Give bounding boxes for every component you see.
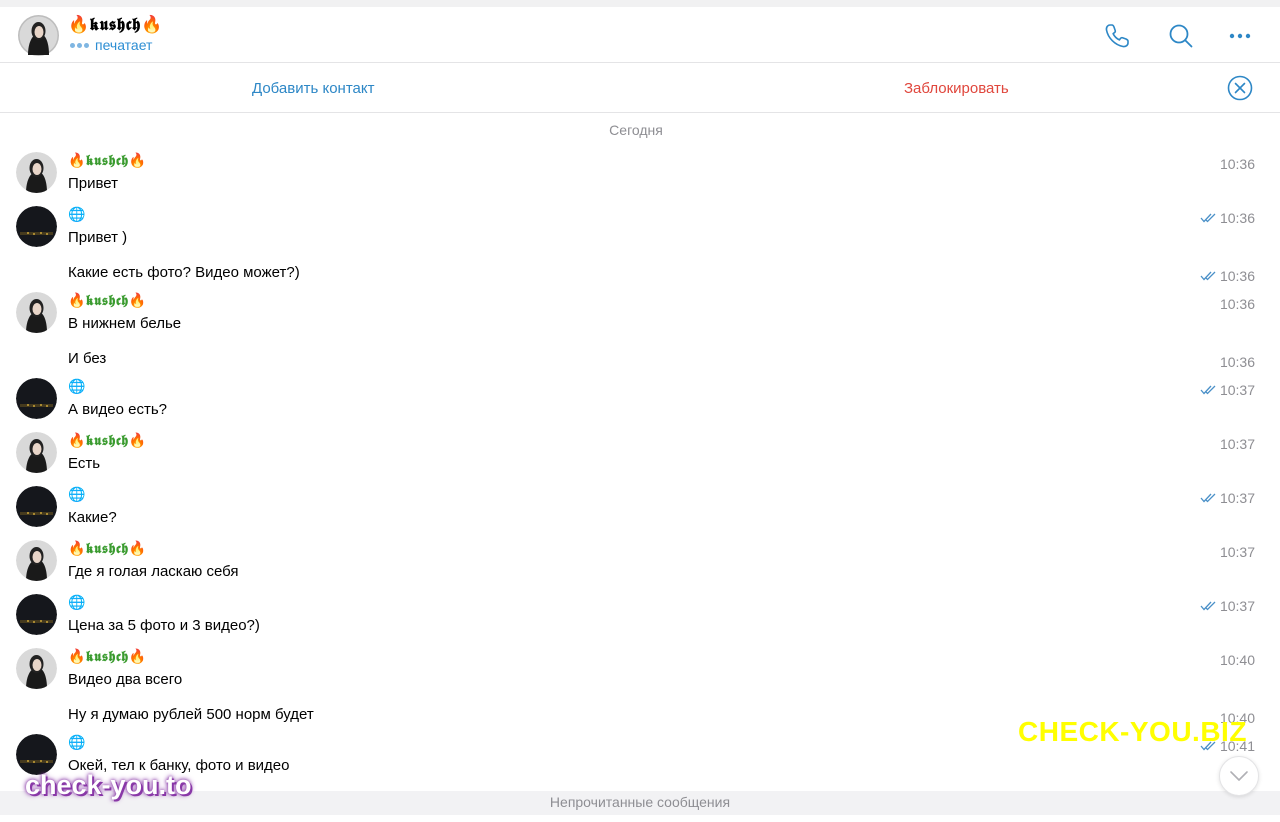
- message-text: Цена за 5 фото и 3 видео?): [68, 617, 260, 634]
- contact-avatar[interactable]: [18, 15, 59, 56]
- typing-status: печатает: [70, 37, 152, 53]
- message-text: Где я голая ласкаю себя: [68, 563, 239, 580]
- double-check-icon: [1200, 493, 1216, 503]
- search-button[interactable]: [1166, 21, 1196, 51]
- message-time-text: 10:37: [1219, 490, 1255, 506]
- message-time-text: 10:40: [1219, 652, 1255, 668]
- double-check-icon: [1200, 601, 1216, 611]
- message-avatar[interactable]: [16, 432, 57, 473]
- message-text: Какие есть фото? Видео может?): [68, 264, 300, 281]
- chat-header: 🔥𝖐𝖚𝖘𝖍𝖈𝖍🔥 печатает: [0, 7, 1280, 63]
- double-check-icon: [1200, 213, 1216, 223]
- message-sender: 🔥𝖐𝖚𝖘𝖍𝖈𝖍🔥: [68, 432, 147, 448]
- more-dots-icon: [1229, 33, 1251, 39]
- top-strip: [0, 0, 1280, 7]
- message-time: 10:40: [1220, 652, 1255, 668]
- message-avatar[interactable]: [16, 152, 57, 193]
- close-circle-icon: [1227, 75, 1253, 101]
- message-time: 10:36: [1220, 156, 1255, 172]
- message-time: 10:36: [1220, 296, 1255, 312]
- message-time: 10:36: [1200, 210, 1255, 226]
- message-text: Привет ): [68, 229, 128, 246]
- message-avatar[interactable]: [16, 540, 57, 581]
- message-text: Привет: [68, 175, 119, 192]
- message-time-text: 10:36: [1219, 296, 1255, 312]
- message-time-text: 10:37: [1219, 544, 1255, 560]
- message-time: 10:36: [1220, 354, 1255, 370]
- message-sender: 🔥𝖐𝖚𝖘𝖍𝖈𝖍🔥: [68, 648, 147, 664]
- message-sender: 🌐: [68, 206, 86, 222]
- message-sender: 🌐: [68, 486, 86, 502]
- message-text: Какие?: [68, 509, 117, 526]
- scroll-down-button[interactable]: [1219, 756, 1259, 796]
- message-time: 10:36: [1200, 268, 1255, 284]
- more-button[interactable]: [1226, 21, 1256, 51]
- message-avatar[interactable]: [16, 378, 57, 419]
- message-sender: 🔥𝖐𝖚𝖘𝖍𝖈𝖍🔥: [68, 292, 147, 308]
- message-text: В нижнем белье: [68, 315, 182, 332]
- message-time: 10:37: [1200, 598, 1255, 614]
- message-time-text: 10:37: [1219, 598, 1255, 614]
- message-text: И без: [68, 350, 107, 367]
- message-time-text: 10:37: [1219, 436, 1255, 452]
- message-sender: 🔥𝖐𝖚𝖘𝖍𝖈𝖍🔥: [68, 152, 147, 168]
- message-sender: 🌐: [68, 378, 86, 394]
- unread-messages-bar: Непрочитанные сообщения: [0, 791, 1280, 815]
- message-avatar[interactable]: [16, 486, 57, 527]
- close-action-bar-button[interactable]: [1227, 75, 1253, 101]
- chevron-down-icon: [1230, 771, 1248, 781]
- message-avatar[interactable]: [16, 292, 57, 333]
- search-icon: [1169, 24, 1193, 48]
- phone-icon: [1105, 24, 1129, 48]
- message-text: Есть: [68, 455, 101, 472]
- action-bar: Добавить контакт Заблокировать: [0, 64, 1280, 113]
- message-time: 10:37: [1200, 382, 1255, 398]
- message-text: А видео есть?: [68, 401, 167, 418]
- date-separator: Сегодня: [609, 122, 663, 138]
- double-check-icon: [1200, 385, 1216, 395]
- message-time-text: 10:36: [1219, 210, 1255, 226]
- message-time-text: 10:36: [1219, 156, 1255, 172]
- message-time: 10:37: [1200, 490, 1255, 506]
- message-text: Видео два всего: [68, 671, 183, 688]
- message-time: 10:37: [1220, 436, 1255, 452]
- message-sender: 🌐: [68, 734, 86, 750]
- call-button[interactable]: [1102, 21, 1132, 51]
- message-time-text: 10:37: [1219, 382, 1255, 398]
- message-avatar[interactable]: [16, 648, 57, 689]
- double-check-icon: [1200, 271, 1216, 281]
- message-time-text: 10:36: [1219, 268, 1255, 284]
- typing-status-text: печатает: [95, 37, 153, 53]
- message-time-text: 10:36: [1219, 354, 1255, 370]
- message-avatar[interactable]: [16, 734, 57, 775]
- chat-title: 🔥𝖐𝖚𝖘𝖍𝖈𝖍🔥: [68, 15, 163, 34]
- add-contact-button[interactable]: Добавить контакт: [252, 80, 374, 97]
- message-time: 10:37: [1220, 544, 1255, 560]
- message-avatar[interactable]: [16, 594, 57, 635]
- watermark-left: check-you.to: [25, 770, 192, 800]
- watermark-right: CHECK-YOU.BIZ: [1018, 716, 1247, 747]
- block-button[interactable]: Заблокировать: [904, 80, 1009, 97]
- typing-dots-icon: [70, 42, 89, 48]
- message-avatar[interactable]: [16, 206, 57, 247]
- message-text: Ну я думаю рублей 500 норм будет: [68, 706, 314, 723]
- message-sender: 🌐: [68, 594, 86, 610]
- message-sender: 🔥𝖐𝖚𝖘𝖍𝖈𝖍🔥: [68, 540, 147, 556]
